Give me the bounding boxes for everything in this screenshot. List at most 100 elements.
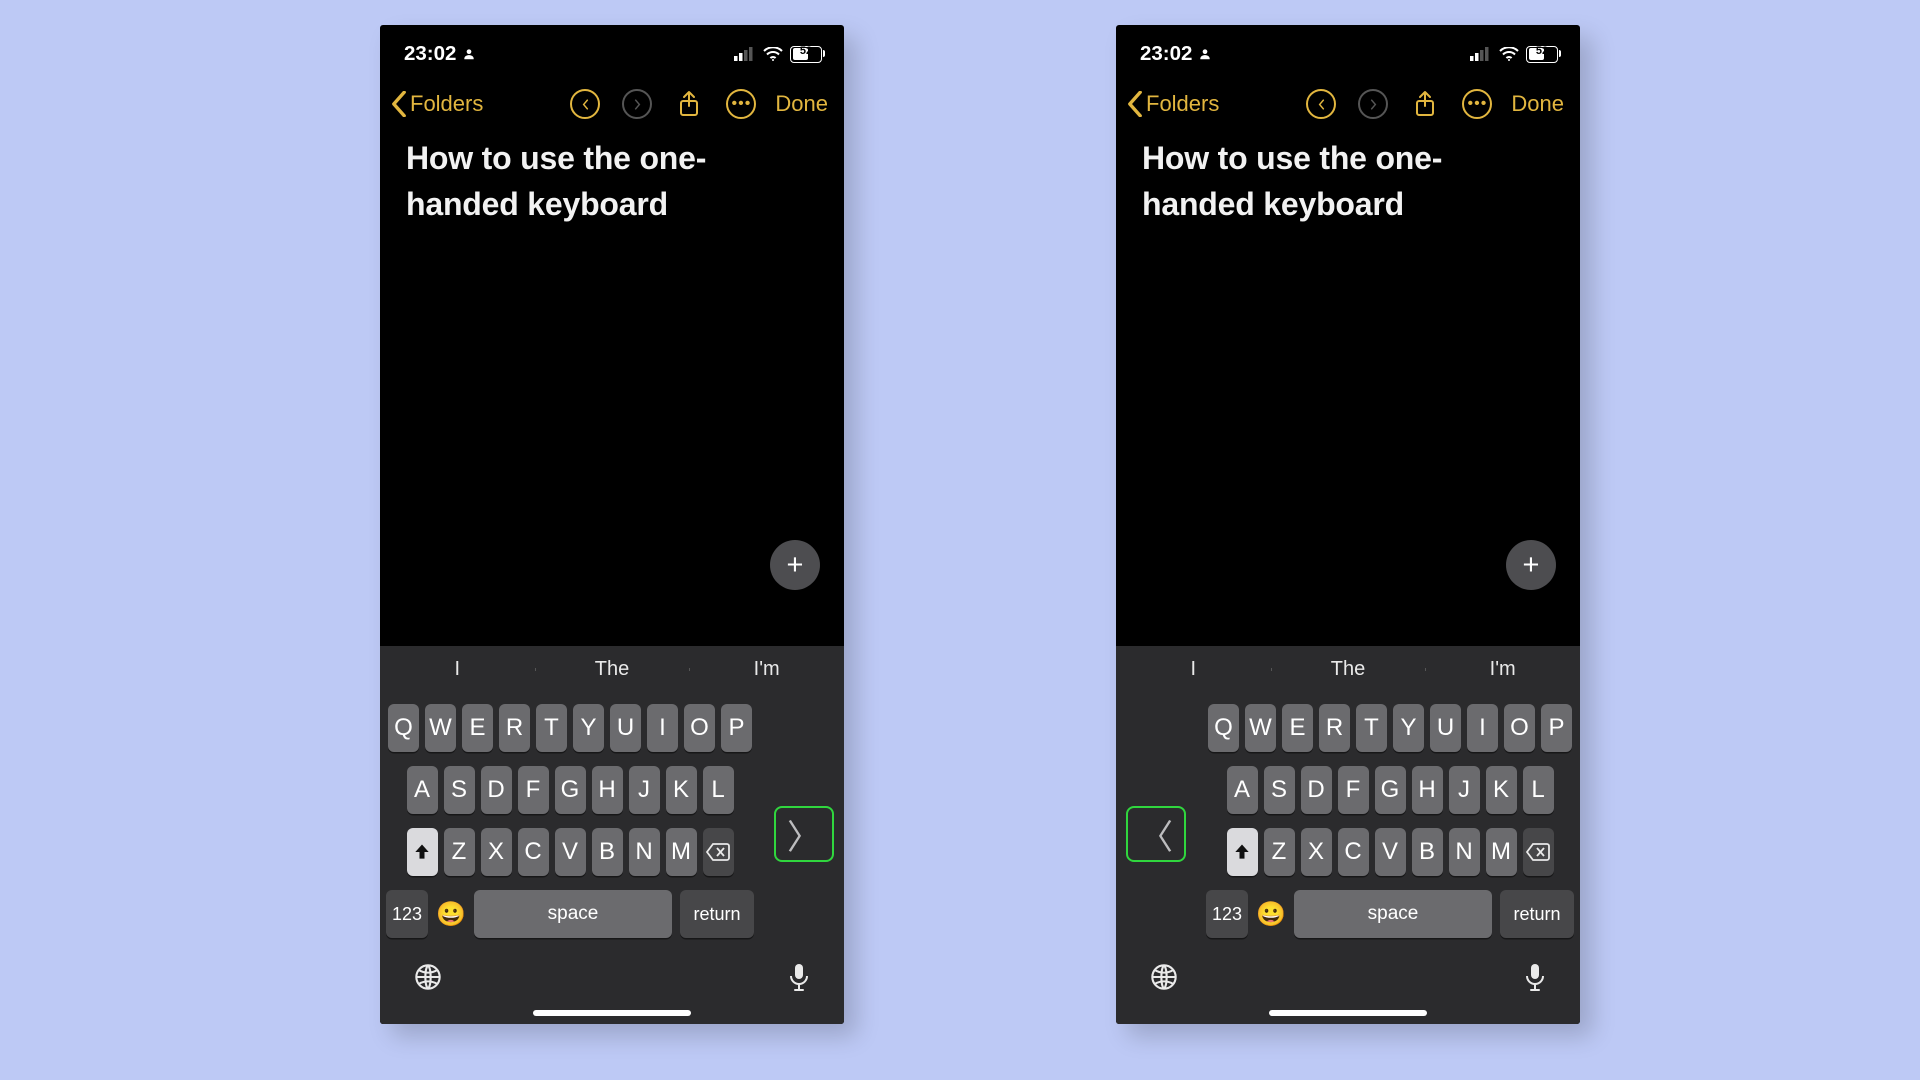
key-l[interactable]: L [1523, 766, 1554, 814]
more-button[interactable]: ••• [1461, 88, 1493, 120]
battery-icon: 52 [1526, 46, 1558, 63]
note-line-2: handed keyboard [406, 181, 818, 227]
share-button[interactable] [673, 88, 705, 120]
key-delete[interactable] [703, 828, 734, 876]
key-a[interactable]: A [407, 766, 438, 814]
key-q[interactable]: Q [1208, 704, 1239, 752]
undo-button[interactable] [1305, 88, 1337, 120]
key-l[interactable]: L [703, 766, 734, 814]
key-x[interactable]: X [1301, 828, 1332, 876]
suggestion-1[interactable]: I [1116, 658, 1271, 681]
back-button[interactable]: Folders [1126, 91, 1219, 117]
share-button[interactable] [1409, 88, 1441, 120]
note-content[interactable]: How to use the one- handed keyboard [380, 131, 844, 232]
mic-icon[interactable] [788, 963, 810, 991]
key-n[interactable]: N [629, 828, 660, 876]
done-button[interactable]: Done [1511, 91, 1564, 117]
suggestion-3[interactable]: I'm [1425, 658, 1580, 681]
key-o[interactable]: O [1504, 704, 1535, 752]
key-j[interactable]: J [1449, 766, 1480, 814]
add-button[interactable]: + [770, 540, 820, 590]
key-u[interactable]: U [610, 704, 641, 752]
globe-icon[interactable] [414, 963, 442, 991]
key-i[interactable]: I [1467, 704, 1498, 752]
key-v[interactable]: V [555, 828, 586, 876]
expand-handle[interactable]: 〉 [774, 806, 834, 862]
suggestion-2[interactable]: The [1271, 658, 1426, 681]
back-button[interactable]: Folders [390, 91, 483, 117]
more-button[interactable]: ••• [725, 88, 757, 120]
expand-handle[interactable]: 〈 [1126, 806, 1186, 862]
add-button[interactable]: + [1506, 540, 1556, 590]
key-q[interactable]: Q [388, 704, 419, 752]
key-m[interactable]: M [666, 828, 697, 876]
key-e[interactable]: E [462, 704, 493, 752]
key-h[interactable]: H [592, 766, 623, 814]
key-v[interactable]: V [1375, 828, 1406, 876]
key-p[interactable]: P [1541, 704, 1572, 752]
key-t[interactable]: T [536, 704, 567, 752]
key-n[interactable]: N [1449, 828, 1480, 876]
key-space[interactable]: space [1294, 890, 1492, 938]
key-m[interactable]: M [1486, 828, 1517, 876]
key-r[interactable]: R [499, 704, 530, 752]
key-g[interactable]: G [555, 766, 586, 814]
home-indicator[interactable] [1269, 1010, 1427, 1016]
key-f[interactable]: F [1338, 766, 1369, 814]
key-g[interactable]: G [1375, 766, 1406, 814]
key-p[interactable]: P [721, 704, 752, 752]
key-z[interactable]: Z [1264, 828, 1295, 876]
note-line-2: handed keyboard [1142, 181, 1554, 227]
signal-icon [734, 47, 756, 61]
suggestion-3[interactable]: I'm [689, 658, 844, 681]
suggestion-1[interactable]: I [380, 658, 535, 681]
key-return[interactable]: return [1500, 890, 1574, 938]
key-a[interactable]: A [1227, 766, 1258, 814]
key-d[interactable]: D [1301, 766, 1332, 814]
key-delete[interactable] [1523, 828, 1554, 876]
suggestion-2[interactable]: The [535, 658, 690, 681]
home-indicator[interactable] [533, 1010, 691, 1016]
toolbar: Folders ••• Done [380, 71, 844, 131]
redo-button [621, 88, 653, 120]
key-k[interactable]: K [1486, 766, 1517, 814]
key-e[interactable]: E [1282, 704, 1313, 752]
key-w[interactable]: W [425, 704, 456, 752]
key-123[interactable]: 123 [386, 890, 428, 938]
key-c[interactable]: C [1338, 828, 1369, 876]
wifi-icon [1499, 47, 1519, 61]
key-shift[interactable] [1227, 828, 1258, 876]
key-b[interactable]: B [592, 828, 623, 876]
key-shift[interactable] [407, 828, 438, 876]
key-k[interactable]: K [666, 766, 697, 814]
key-w[interactable]: W [1245, 704, 1276, 752]
note-content[interactable]: How to use the one- handed keyboard [1116, 131, 1580, 232]
key-j[interactable]: J [629, 766, 660, 814]
key-emoji[interactable]: 😀 [1256, 890, 1286, 938]
key-b[interactable]: B [1412, 828, 1443, 876]
key-h[interactable]: H [1412, 766, 1443, 814]
signal-icon [1470, 47, 1492, 61]
done-button[interactable]: Done [775, 91, 828, 117]
key-u[interactable]: U [1430, 704, 1461, 752]
key-y[interactable]: Y [573, 704, 604, 752]
key-i[interactable]: I [647, 704, 678, 752]
key-c[interactable]: C [518, 828, 549, 876]
key-t[interactable]: T [1356, 704, 1387, 752]
mic-icon[interactable] [1524, 963, 1546, 991]
key-y[interactable]: Y [1393, 704, 1424, 752]
key-o[interactable]: O [684, 704, 715, 752]
key-x[interactable]: X [481, 828, 512, 876]
key-f[interactable]: F [518, 766, 549, 814]
key-s[interactable]: S [444, 766, 475, 814]
globe-icon[interactable] [1150, 963, 1178, 991]
key-s[interactable]: S [1264, 766, 1295, 814]
key-123[interactable]: 123 [1206, 890, 1248, 938]
undo-button[interactable] [569, 88, 601, 120]
key-emoji[interactable]: 😀 [436, 890, 466, 938]
key-z[interactable]: Z [444, 828, 475, 876]
key-r[interactable]: R [1319, 704, 1350, 752]
key-return[interactable]: return [680, 890, 754, 938]
key-space[interactable]: space [474, 890, 672, 938]
key-d[interactable]: D [481, 766, 512, 814]
